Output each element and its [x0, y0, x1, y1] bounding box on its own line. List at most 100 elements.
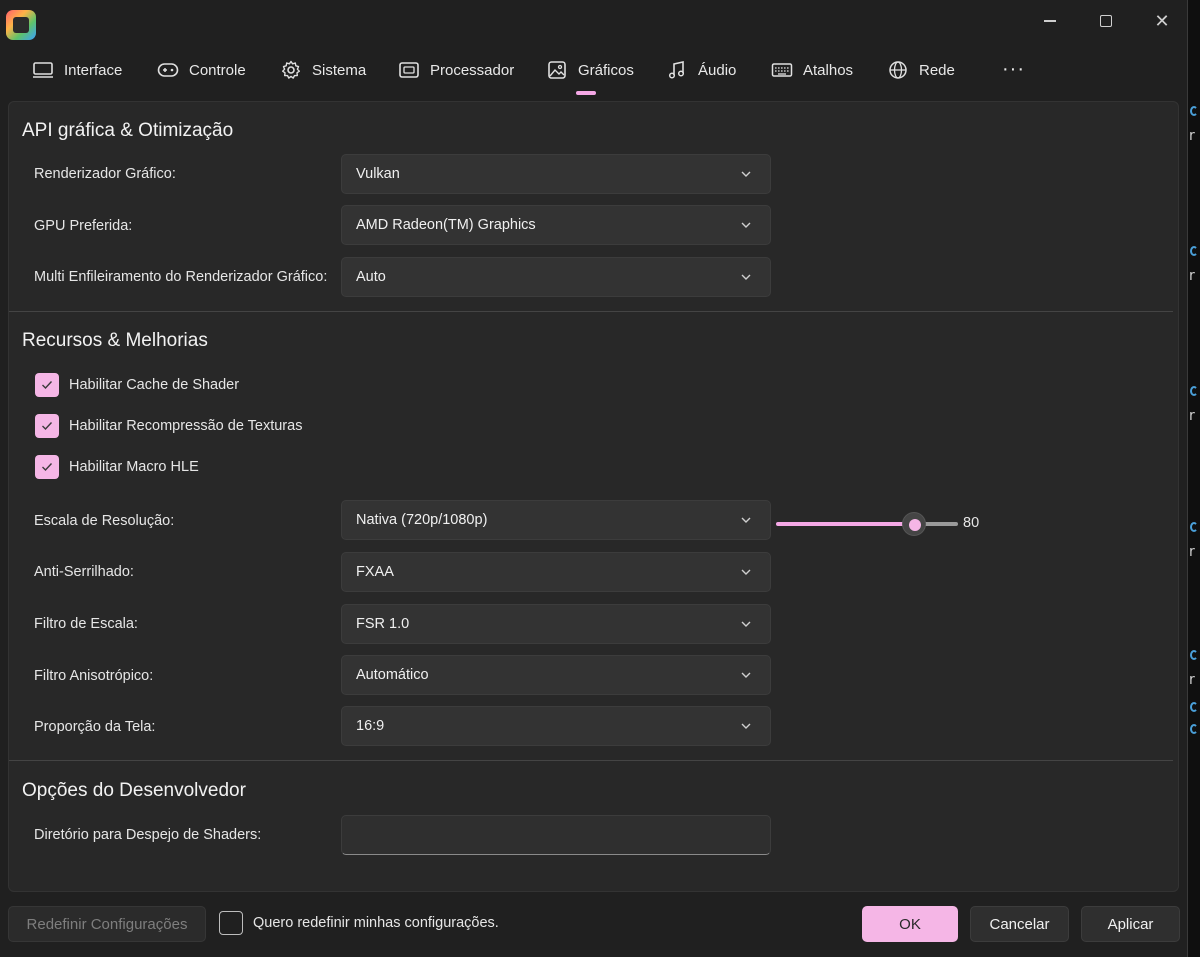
tab-graficos[interactable]: Gráficos — [546, 50, 634, 90]
tab-bar: Interface Controle Sistema Processador G… — [0, 50, 1188, 96]
partial-text: r — [1189, 544, 1195, 560]
gpu-select[interactable]: AMD Radeon(TM) Graphics — [341, 205, 771, 245]
more-tabs-button[interactable]: ··· — [1002, 58, 1025, 81]
partial-icon — [1190, 650, 1198, 660]
tab-label: Gráficos — [578, 61, 634, 79]
partial-icon — [1190, 246, 1198, 256]
tab-label: Sistema — [312, 61, 367, 79]
section-title-developer: Opções do Desenvolvedor — [22, 780, 246, 801]
ok-button[interactable]: OK — [862, 906, 958, 942]
slider-track-filled — [776, 522, 914, 526]
partial-text: r — [1189, 672, 1195, 688]
chevron-down-icon — [740, 271, 752, 287]
tab-label: Atalhos — [803, 61, 854, 79]
confirm-reset-checkbox-row[interactable]: Quero redefinir minhas configurações. — [219, 911, 499, 935]
checkmark-icon — [42, 381, 53, 390]
tab-label: Áudio — [698, 61, 737, 79]
aspect-label: Proporção da Tela: — [34, 719, 156, 735]
tab-label: Interface — [64, 61, 123, 79]
checkbox-checked[interactable] — [35, 373, 59, 397]
minimize-button[interactable] — [1032, 8, 1068, 34]
chevron-down-icon — [740, 720, 752, 736]
checkbox-checked[interactable] — [35, 455, 59, 479]
scaling-filter-select[interactable]: FSR 1.0 — [341, 604, 771, 644]
gpu-label: GPU Preferida: — [34, 218, 133, 234]
partial-icon — [1190, 724, 1198, 734]
monitor-icon — [32, 59, 54, 81]
chevron-down-icon — [740, 219, 752, 235]
partial-icon — [1190, 702, 1198, 712]
chevron-down-icon — [740, 669, 752, 685]
renderer-select[interactable]: Vulkan — [341, 154, 771, 194]
shader-dump-input[interactable] — [341, 815, 771, 855]
tab-processador[interactable]: Processador — [398, 50, 514, 90]
settings-window: ✕ Interface Controle Sistema Processador… — [0, 0, 1188, 957]
minimize-icon — [1044, 20, 1056, 22]
close-button[interactable]: ✕ — [1144, 8, 1180, 34]
maximize-button[interactable] — [1088, 8, 1124, 34]
tab-atalhos[interactable]: Atalhos — [771, 50, 853, 90]
multithread-select[interactable]: Auto — [341, 257, 771, 297]
confirm-reset-label: Quero redefinir minhas configurações. — [253, 915, 499, 931]
macro-hle-checkbox-row[interactable]: Habilitar Macro HLE — [35, 455, 199, 479]
checkbox-checked[interactable] — [35, 414, 59, 438]
section-divider — [9, 760, 1173, 761]
cancel-button[interactable]: Cancelar — [970, 906, 1069, 942]
gamepad-icon — [157, 59, 179, 81]
renderer-value: Vulkan — [356, 166, 400, 182]
scaling-filter-label: Filtro de Escala: — [34, 616, 138, 632]
resolution-select[interactable]: Nativa (720p/1080p) — [341, 500, 771, 540]
shader-cache-checkbox-row[interactable]: Habilitar Cache de Shader — [35, 373, 239, 397]
chevron-down-icon — [740, 566, 752, 582]
tab-sistema[interactable]: Sistema — [280, 50, 366, 90]
tab-label: Processador — [430, 61, 515, 79]
anisotropic-select[interactable]: Automático — [341, 655, 771, 695]
slider-thumb[interactable] — [902, 512, 926, 536]
checkbox-label: Habilitar Cache de Shader — [69, 377, 240, 393]
multithread-value: Auto — [356, 269, 386, 285]
chevron-down-icon — [740, 168, 752, 184]
checkbox-label: Habilitar Recompressão de Texturas — [69, 418, 303, 434]
section-title-api: API gráfica & Otimização — [22, 120, 234, 141]
partial-icon — [1190, 106, 1198, 116]
keyboard-icon — [771, 59, 793, 81]
antialias-select[interactable]: FXAA — [341, 552, 771, 592]
section-divider — [9, 311, 1173, 312]
settings-panel: API gráfica & Otimização Renderizador Gr… — [8, 101, 1179, 892]
chevron-down-icon — [740, 618, 752, 634]
partial-text: r — [1189, 128, 1195, 144]
close-icon: ✕ — [1154, 10, 1170, 31]
partial-text: r — [1189, 268, 1195, 284]
gear-icon — [280, 59, 302, 81]
tab-audio[interactable]: Áudio — [666, 50, 736, 90]
checkmark-icon — [42, 422, 53, 431]
active-tab-indicator — [576, 91, 596, 95]
shader-dump-label: Diretório para Despejo de Shaders: — [34, 827, 262, 843]
texture-recompression-checkbox-row[interactable]: Habilitar Recompressão de Texturas — [35, 414, 302, 438]
scaling-sharpness-slider[interactable] — [776, 510, 986, 538]
title-bar: ✕ — [0, 0, 1188, 44]
checkbox-unchecked[interactable] — [219, 911, 243, 935]
scaling-filter-value: FSR 1.0 — [356, 616, 410, 632]
anisotropic-label: Filtro Anisotrópico: — [34, 668, 154, 684]
antialias-label: Anti-Serrilhado: — [34, 564, 134, 580]
tab-interface[interactable]: Interface — [32, 50, 122, 90]
partial-text: r — [1189, 408, 1195, 424]
resolution-label: Escala de Resolução: — [34, 513, 175, 529]
reset-settings-button[interactable]: Redefinir Configurações — [8, 906, 206, 942]
aspect-select[interactable]: 16:9 — [341, 706, 771, 746]
maximize-icon — [1100, 15, 1112, 27]
tab-rede[interactable]: Rede — [887, 50, 955, 90]
tab-controle[interactable]: Controle — [157, 50, 246, 90]
background-window-edge: r r r r r — [1188, 0, 1200, 957]
multithread-label: Multi Enfileiramento do Renderizador Grá… — [34, 269, 328, 285]
checkbox-label: Habilitar Macro HLE — [69, 459, 199, 475]
apply-button[interactable]: Aplicar — [1081, 906, 1180, 942]
aspect-value: 16:9 — [356, 718, 385, 734]
globe-icon — [887, 59, 909, 81]
partial-icon — [1190, 522, 1198, 532]
partial-icon — [1190, 386, 1198, 396]
tab-label: Controle — [189, 61, 246, 79]
slider-value: 80 — [963, 515, 980, 531]
checkmark-icon — [42, 463, 53, 472]
